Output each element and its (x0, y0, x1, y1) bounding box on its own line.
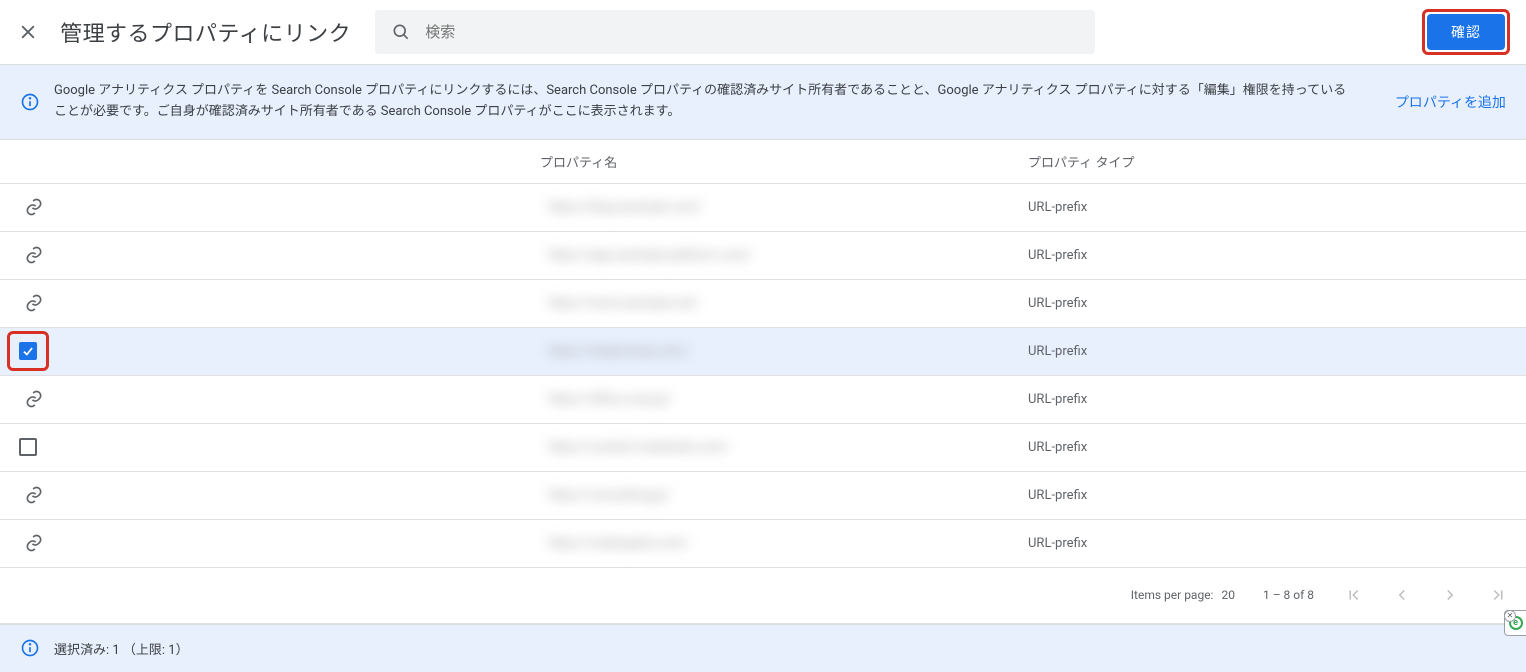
items-per-page-label: Items per page: (1131, 588, 1214, 602)
property-type: URL-prefix (1028, 200, 1526, 215)
table-header-row: プロパティ名 プロパティ タイプ (0, 140, 1526, 184)
row-checkbox[interactable] (19, 342, 37, 360)
confirm-highlight: 確認 (1422, 9, 1510, 55)
checkbox-highlight (7, 331, 49, 371)
dialog-title: 管理するプロパティにリンク (60, 16, 351, 48)
table-row[interactable]: https://catalogsite.com/URL-prefix (0, 520, 1526, 568)
search-input[interactable] (425, 24, 1079, 41)
property-table: プロパティ名 プロパティ タイプ https://blog.example.co… (0, 140, 1526, 568)
link-icon (24, 245, 44, 265)
row-checkbox[interactable] (19, 438, 37, 456)
link-icon (24, 293, 44, 313)
confirm-button[interactable]: 確認 (1427, 14, 1505, 50)
info-banner-text: Google アナリティクス プロパティを Search Console プロパ… (54, 81, 1357, 123)
property-name: https://siteprimary.com/ (540, 344, 1028, 359)
info-icon (20, 92, 40, 112)
link-icon (24, 389, 44, 409)
info-banner: Google アナリティクス プロパティを Search Console プロパ… (0, 64, 1526, 140)
page-last-icon (1489, 586, 1507, 604)
property-name: https://app.example-platform.com/ (540, 248, 1028, 263)
table-row[interactable]: https://app.example-platform.com/URL-pre… (0, 232, 1526, 280)
table-row[interactable]: https://siteprimary.com/URL-prefix (0, 328, 1526, 376)
search-field[interactable] (375, 10, 1095, 54)
property-type: URL-prefix (1028, 440, 1526, 455)
selection-footer: 選択済み: 1 （上限: 1） (0, 624, 1526, 672)
search-icon (391, 22, 411, 42)
page-first-icon (1345, 586, 1363, 604)
checkmark-icon (21, 344, 35, 358)
property-type: URL-prefix (1028, 536, 1526, 551)
property-name: https://consulting.jp/ (540, 488, 1028, 503)
link-icon (24, 533, 44, 553)
col-header-name: プロパティ名 (540, 152, 1028, 171)
page-next-button[interactable] (1438, 583, 1462, 607)
table-row[interactable]: https://www.example.net/URL-prefix (0, 280, 1526, 328)
property-name: https://catalogsite.com/ (540, 536, 1028, 551)
col-header-type: プロパティ タイプ (1028, 152, 1526, 171)
dialog-header: 管理するプロパティにリンク 確認 (0, 0, 1526, 64)
add-property-link[interactable]: プロパティを追加 (1395, 92, 1506, 112)
badge-close-icon[interactable]: ✕ (1504, 610, 1516, 622)
property-type: URL-prefix (1028, 344, 1526, 359)
close-icon (18, 22, 38, 42)
property-name: https://office.corp.jp/ (540, 392, 1028, 407)
pagination-bar: Items per page: 20 1 – 8 of 8 (0, 568, 1526, 624)
page-prev-button[interactable] (1390, 583, 1414, 607)
selection-footer-text: 選択済み: 1 （上限: 1） (54, 639, 189, 658)
link-icon (24, 197, 44, 217)
property-name: https://content.mediasite.com/ (540, 440, 1028, 455)
property-type: URL-prefix (1028, 392, 1526, 407)
link-icon (24, 485, 44, 505)
close-button[interactable] (16, 20, 40, 44)
chevron-right-icon (1441, 586, 1459, 604)
chevron-left-icon (1393, 586, 1411, 604)
extension-badge[interactable]: ✕ e (1504, 610, 1526, 636)
table-row[interactable]: https://blog.example.com/URL-prefix (0, 184, 1526, 232)
items-per-page-value[interactable]: 20 (1221, 588, 1235, 602)
pagination-range: 1 – 8 of 8 (1263, 588, 1314, 602)
page-last-button[interactable] (1486, 583, 1510, 607)
property-type: URL-prefix (1028, 488, 1526, 503)
table-row[interactable]: https://consulting.jp/URL-prefix (0, 472, 1526, 520)
table-row[interactable]: https://content.mediasite.com/URL-prefix (0, 424, 1526, 472)
property-type: URL-prefix (1028, 296, 1526, 311)
property-name: https://blog.example.com/ (540, 200, 1028, 215)
property-type: URL-prefix (1028, 248, 1526, 263)
info-icon (20, 638, 40, 658)
page-first-button[interactable] (1342, 583, 1366, 607)
property-name: https://www.example.net/ (540, 296, 1028, 311)
table-row[interactable]: https://office.corp.jp/URL-prefix (0, 376, 1526, 424)
